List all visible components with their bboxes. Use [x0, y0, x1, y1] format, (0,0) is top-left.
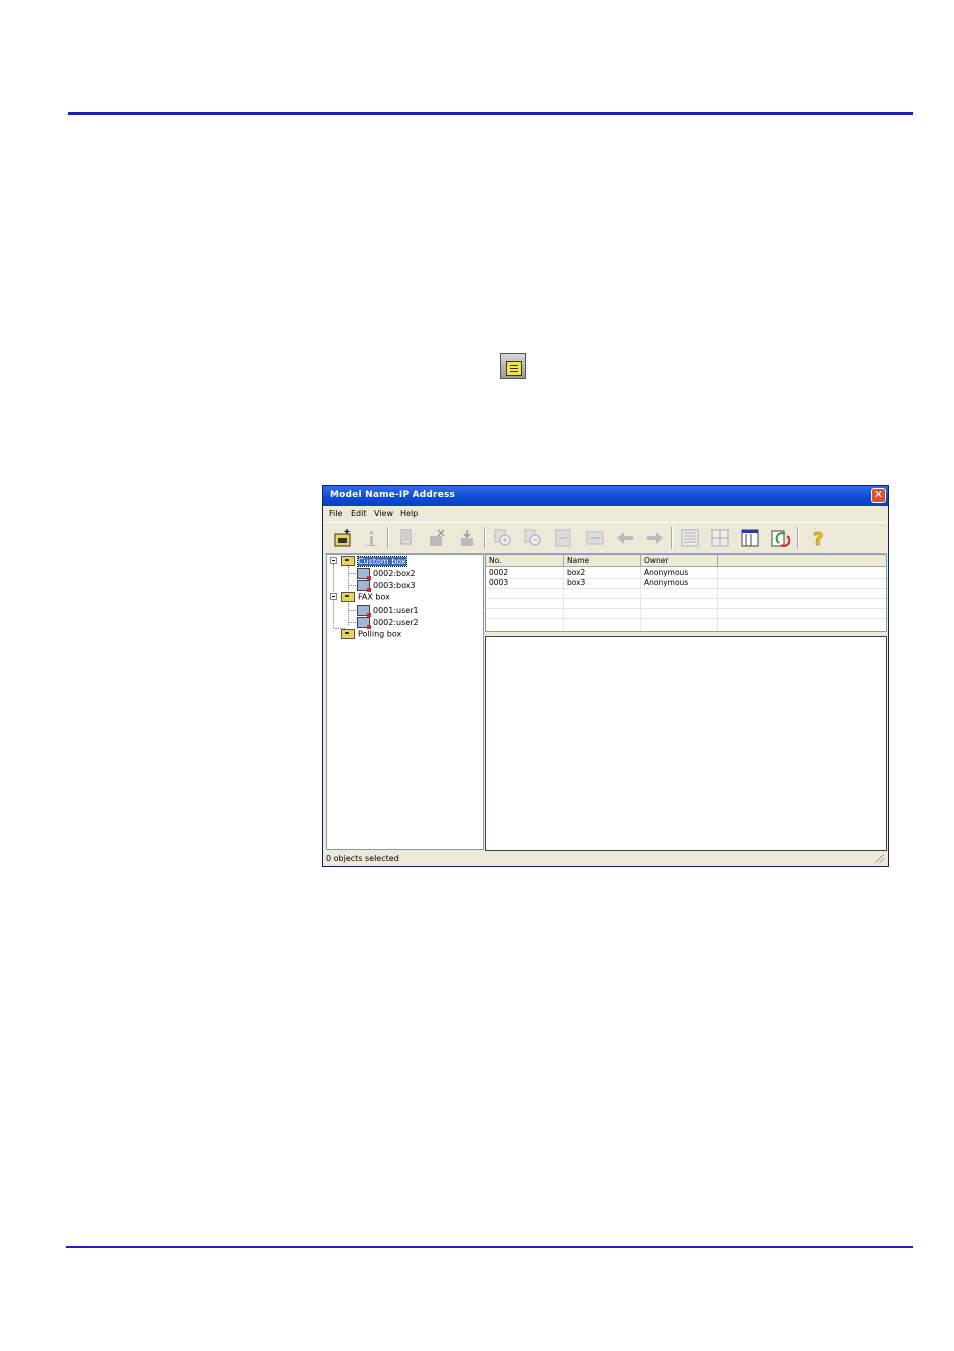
thumbnail-view-icon[interactable] — [710, 528, 730, 548]
resize-grip[interactable] — [875, 854, 884, 863]
user-box-icon — [357, 568, 371, 580]
status-bar: 0 objects selected — [325, 853, 886, 865]
table-cell[interactable]: Anonymous — [641, 568, 688, 578]
tree-label: 0002:user2 — [373, 618, 419, 627]
header-rule — [68, 112, 913, 115]
table-cell[interactable]: box2 — [564, 568, 585, 578]
tree-label: 0002:box2 — [373, 569, 416, 578]
table-cell[interactable]: 0003 — [486, 578, 508, 588]
menu-help[interactable]: Help — [400, 509, 418, 518]
column-header-blank — [718, 555, 886, 567]
tree-node-custom-box[interactable]: Custom box — [341, 555, 407, 567]
tree-node-polling-box[interactable]: Polling box — [341, 629, 401, 639]
application-window: Model Name-IP Address ✕ File Edit View H… — [322, 485, 889, 867]
tree-label: Polling box — [358, 629, 402, 639]
collapse-toggle[interactable] — [330, 593, 337, 600]
toolbar-separator — [387, 527, 388, 549]
tree-node-custom-item[interactable]: 0003:box3 — [357, 580, 416, 592]
toolbar-separator — [797, 527, 798, 549]
table-cell[interactable]: box3 — [564, 578, 585, 588]
column-header-name[interactable]: Name — [564, 555, 641, 567]
column-header-owner[interactable]: Owner — [641, 555, 718, 567]
box-tool-icon — [500, 353, 526, 379]
menu-edit[interactable]: Edit — [351, 509, 367, 518]
copy-icon[interactable] — [397, 528, 417, 548]
tree-node-fax-item[interactable]: 0002:user2 — [357, 617, 419, 629]
tree-node-fax-item[interactable]: 0001:user1 — [357, 605, 419, 617]
new-box-icon[interactable] — [333, 528, 353, 548]
details-view-icon[interactable] — [740, 528, 760, 548]
preview-pane — [485, 636, 887, 851]
column-header-no[interactable]: No. — [486, 555, 564, 567]
tree-label: 0001:user1 — [373, 606, 419, 615]
menu-bar: File Edit View Help — [323, 506, 888, 521]
tree-label: 0003:box3 — [373, 581, 416, 590]
back-arrow-icon[interactable] — [615, 528, 635, 548]
forward-arrow-icon[interactable] — [645, 528, 665, 548]
refresh-icon[interactable] — [770, 528, 790, 548]
delete-icon[interactable] — [427, 528, 447, 548]
zoom-out-icon[interactable] — [523, 528, 543, 548]
tree-label: Custom box — [357, 555, 407, 567]
tree-node-fax-box[interactable]: FAX box — [341, 592, 390, 602]
collapse-toggle[interactable] — [330, 557, 337, 564]
box-list[interactable]: No. Name Owner 0002 box2 Anonymous 0003 … — [485, 554, 887, 632]
toolbar: ? — [325, 522, 886, 554]
title-bar[interactable]: Model Name-IP Address ✕ — [323, 486, 888, 506]
close-button[interactable]: ✕ — [871, 488, 886, 503]
toolbar-separator — [484, 527, 485, 549]
fit-page-icon[interactable] — [553, 528, 573, 548]
table-cell[interactable]: 0002 — [486, 568, 508, 578]
list-view-icon[interactable] — [680, 528, 700, 548]
user-box-icon — [357, 617, 371, 629]
table-cell[interactable]: Anonymous — [641, 578, 688, 588]
user-box-icon — [357, 605, 371, 617]
tree-node-custom-item[interactable]: 0002:box2 — [357, 568, 416, 580]
user-box-icon — [357, 580, 371, 592]
menu-view[interactable]: View — [374, 509, 393, 518]
zoom-in-icon[interactable] — [493, 528, 513, 548]
help-icon[interactable]: ? — [807, 528, 827, 548]
footer-rule — [66, 1246, 913, 1248]
status-text: 0 objects selected — [326, 854, 399, 863]
move-icon[interactable] — [457, 528, 477, 548]
toolbar-separator — [671, 527, 672, 549]
window-title: Model Name-IP Address — [330, 490, 456, 500]
properties-icon[interactable] — [362, 528, 382, 548]
box-folder-icon — [341, 629, 355, 639]
folder-tree[interactable]: Custom box 0002:box2 0003:box3 FAX box 0… — [326, 554, 484, 850]
fit-width-icon[interactable] — [585, 528, 605, 548]
box-folder-icon — [341, 592, 355, 602]
box-folder-icon — [341, 556, 355, 566]
menu-file[interactable]: File — [329, 509, 342, 518]
tree-label: FAX box — [358, 592, 390, 602]
svg-text:?: ? — [813, 529, 823, 548]
